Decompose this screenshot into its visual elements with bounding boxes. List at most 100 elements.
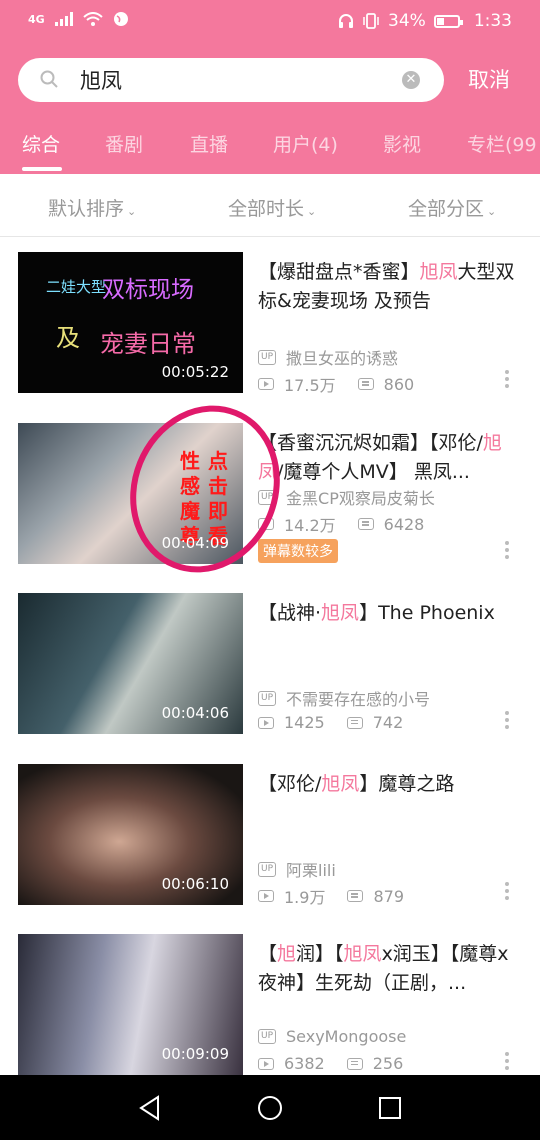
battery-percent: 34% [388,11,426,31]
duration-filter-label: 全部时长 [228,198,305,220]
stats-row: 1425 742 [258,713,403,732]
title-text: 【战神· [258,602,322,624]
battery-icon [433,14,463,28]
uploader-row: UP 撒旦女巫的诱惑 [258,345,398,369]
view-count: 14.2万 [284,516,336,535]
video-thumbnail[interactable]: 00:04:06 [18,593,243,734]
play-count-icon [258,1057,274,1070]
thumbnail-text: 双标现场 [102,277,194,303]
danmaku-count: 6428 [383,514,425,534]
danmaku-count: 256 [372,1054,404,1073]
more-options-icon[interactable] [504,711,510,733]
system-nav-bar [0,1075,540,1140]
clear-icon[interactable]: ✕ [402,71,420,89]
filter-bar: 默认排序 ⌄ 全部时长 ⌄ 全部分区 ⌄ [0,174,540,237]
danmaku-icon [347,890,364,902]
title-text: 【邓伦/ [258,773,322,795]
sort-filter[interactable]: 默认排序 ⌄ [48,194,136,221]
signal-icon [54,12,73,26]
more-options-icon[interactable] [504,541,510,563]
clock: 1:33 [473,11,512,31]
stats-row: 6382 256 [258,1054,403,1073]
duration-filter[interactable]: 全部时长 ⌄ [228,194,316,221]
tab-users[interactable]: 用户(4) [273,130,338,157]
danmaku-count: 742 [372,713,404,732]
sort-filter-label: 默认排序 [48,198,125,220]
video-title[interactable]: 【香蜜沉沉烬如霜】【邓伦/旭凤/魔尊个人MV】 黑凤... [258,429,526,487]
video-thumbnail[interactable]: 00:09:09 [18,934,243,1075]
more-options-icon[interactable] [504,370,510,392]
title-text: 】The Phoenix [359,602,495,624]
tab-all[interactable]: 综合 [22,130,60,157]
chevron-down-icon: ⌄ [127,205,137,218]
chevron-down-icon: ⌄ [307,205,317,218]
more-options-icon[interactable] [504,1052,510,1074]
danmaku-count: 879 [373,886,404,906]
home-icon[interactable] [257,1095,283,1121]
recents-icon[interactable] [378,1096,402,1120]
search-icon [40,70,58,88]
video-title[interactable]: 【旭润】【旭凤x润玉】【魔尊x夜神】生死劫（正剧，... [258,940,526,998]
uploader-name: 撒旦女巫的诱惑 [286,349,399,368]
uploader-name: 金黑CP观察局皮菊长 [286,489,435,508]
video-duration: 00:05:22 [161,363,229,381]
up-icon: UP [258,690,277,706]
title-text: 【香蜜沉沉烬如霜】【邓伦/ [258,432,483,454]
danmaku-icon [346,716,363,729]
up-icon: UP [258,349,277,365]
title-text: 】魔尊之路 [359,773,455,795]
tab-movies[interactable]: 影视 [383,130,421,157]
thumbnail-text: 二娃大型 [46,278,107,296]
thumbnail-text: 宠妻日常 [100,330,196,358]
tab-articles[interactable]: 专栏(99 [467,130,537,157]
uploader-row: UP SexyMongoose [258,1027,406,1046]
title-text: 润】【 [296,943,344,965]
uploader-row: UP 不需要存在感的小号 [258,686,430,710]
up-icon: UP [258,861,277,877]
more-options-icon[interactable] [504,882,510,904]
tab-live[interactable]: 直播 [190,130,228,157]
back-icon[interactable] [138,1095,162,1121]
danmaku-icon [346,1057,363,1070]
danmaku-count: 860 [383,374,415,394]
danmaku-icon [357,518,374,530]
list-item[interactable]: 00:06:10 【邓伦/旭凤】魔尊之路 UP 阿栗lili 1.9万 879 [0,764,540,934]
uploader-name: 阿栗lili [286,861,336,880]
play-count-icon [258,378,274,390]
search-input[interactable] [80,64,400,96]
video-title[interactable]: 【战神·旭凤】The Phoenix [258,599,526,628]
battery-fill [436,17,445,25]
tab-indicator [22,167,62,171]
stats-row: 17.5万 860 [258,372,414,396]
title-text: 【爆甜盘点*香蜜】 [258,261,420,283]
globe-icon [113,12,128,26]
list-item[interactable]: 点 击 即 看 性 感 魔 尊 00:04:09 【香蜜沉沉烬如霜】【邓伦/旭凤… [0,405,540,593]
video-title[interactable]: 【邓伦/旭凤】魔尊之路 [258,770,526,799]
up-icon: UP [258,1029,277,1044]
uploader-row: UP 阿栗lili [258,857,336,881]
status-bar: 4G 34% 1:33 [0,0,540,44]
status-right: 34% 1:33 [338,11,512,31]
video-title[interactable]: 【爆甜盘点*香蜜】旭凤大型双标&宠妻现场 及预告 [258,258,526,316]
cancel-button[interactable]: 取消 [468,64,510,94]
chevron-down-icon: ⌄ [487,205,497,218]
title-highlight: 旭凤 [321,602,360,624]
category-filter-label: 全部分区 [408,198,485,220]
vibrate-icon [363,13,379,29]
tab-anime[interactable]: 番剧 [105,130,143,157]
video-duration: 00:06:10 [161,875,229,893]
title-text: /魔尊个人MV】 黑凤... [277,461,470,483]
play-count-icon [258,890,274,902]
video-duration: 00:09:09 [161,1045,229,1063]
list-item[interactable]: 00:04:06 【战神·旭凤】The Phoenix UP 不需要存在感的小号 … [0,593,540,763]
view-count: 6382 [284,1054,325,1073]
headphone-icon [339,14,354,28]
video-thumbnail[interactable]: 00:06:10 [18,764,243,905]
view-count: 1.9万 [284,888,326,907]
category-filter[interactable]: 全部分区 ⌄ [408,194,496,221]
danmaku-icon [357,378,374,390]
search-bar[interactable]: ✕ [18,58,444,102]
title-highlight: 旭凤 [343,943,382,965]
tab-bar: 综合 番剧 直播 用户(4) 影视 专栏(99 [0,130,540,174]
video-thumbnail[interactable]: 二娃大型 双标现场 及 宠妻日常 00:05:22 [18,252,243,393]
